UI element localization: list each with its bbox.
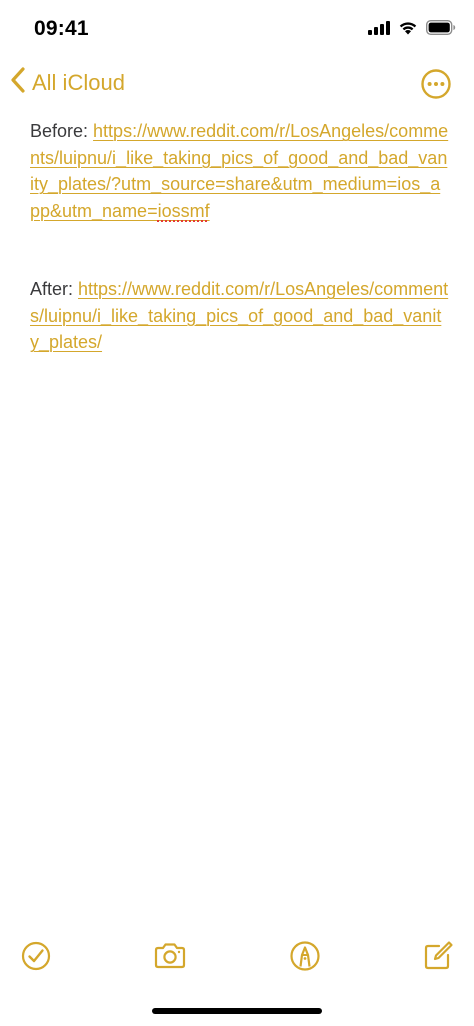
cellular-signal-icon: [368, 20, 390, 35]
bottom-toolbar: [0, 934, 474, 978]
before-link-text: https://www.reddit.com/r/LosAngeles/comm…: [30, 121, 449, 221]
misspelled-word: iossmf: [157, 200, 210, 221]
after-link[interactable]: https://www.reddit.com/r/LosAngeles/comm…: [30, 279, 448, 352]
wifi-icon: [398, 20, 418, 35]
ellipsis-circle-icon: [420, 69, 452, 104]
chevron-left-icon: [10, 66, 26, 99]
battery-icon: [426, 20, 456, 35]
compose-icon: [420, 938, 456, 974]
checklist-button[interactable]: [18, 938, 54, 974]
back-label: All iCloud: [32, 69, 125, 95]
nav-bar: All iCloud: [0, 62, 474, 106]
after-label: After:: [30, 279, 79, 299]
camera-button[interactable]: [152, 938, 188, 974]
status-time: 09:41: [34, 17, 89, 40]
more-button[interactable]: [420, 68, 452, 100]
compose-button[interactable]: [420, 938, 456, 974]
status-bar: 09:41: [0, 0, 474, 58]
note-paragraph-after: After: https://www.reddit.com/r/LosAngel…: [30, 276, 450, 356]
status-icons: [368, 20, 456, 35]
camera-icon: [152, 938, 188, 974]
markup-pen-icon: [287, 938, 323, 974]
markup-button[interactable]: [287, 938, 323, 974]
back-button[interactable]: All iCloud: [10, 66, 125, 99]
checklist-icon: [18, 938, 54, 974]
home-indicator[interactable]: [152, 1008, 322, 1014]
before-link[interactable]: https://www.reddit.com/r/LosAngeles/comm…: [30, 121, 448, 221]
before-label: Before:: [30, 121, 94, 141]
note-paragraph-before: Before: https://www.reddit.com/r/LosAnge…: [30, 118, 450, 224]
note-body[interactable]: Before: https://www.reddit.com/r/LosAnge…: [30, 118, 450, 408]
